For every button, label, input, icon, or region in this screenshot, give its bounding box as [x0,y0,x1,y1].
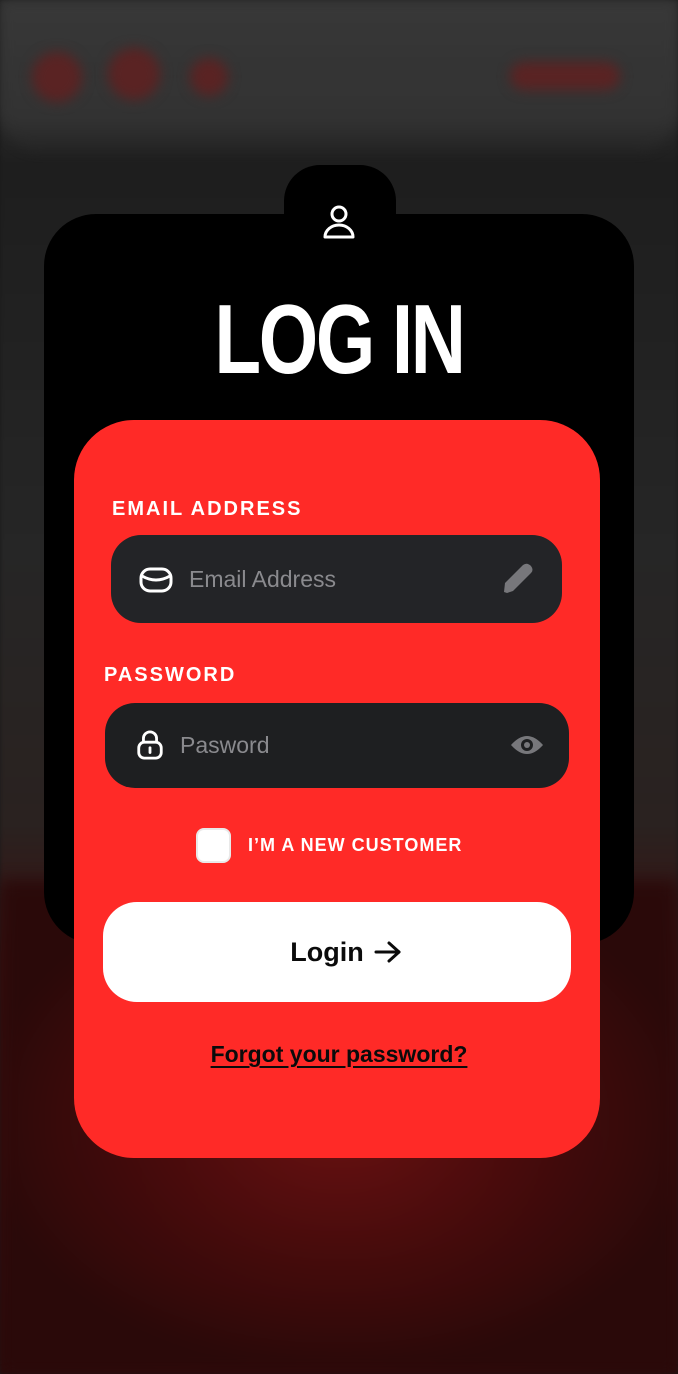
user-icon [323,205,355,239]
blurred-dot [108,48,160,100]
email-placeholder: Email Address [189,566,337,592]
eye-icon[interactable] [509,731,545,759]
login-button[interactable]: Login [103,902,571,1002]
blurred-dot [32,52,82,102]
password-field[interactable]: Pasword [105,703,569,788]
new-customer-checkbox[interactable] [196,828,231,863]
arrow-right-icon [374,941,401,963]
new-customer-label[interactable]: I’M A NEW CUSTOMER [248,835,462,856]
email-label: EMAIL ADDRESS [112,498,303,520]
mail-icon [139,567,173,593]
login-button-label: Login [290,936,364,967]
email-field[interactable]: Email Address [111,535,562,623]
lock-icon [137,730,163,760]
password-label: PASSWORD [104,664,237,686]
password-placeholder: Pasword [180,732,270,758]
page-title: LOG IN [214,284,466,394]
blurred-dot [510,62,620,90]
blurred-dot [190,58,228,96]
pencil-icon[interactable] [501,561,535,595]
forgot-password-link[interactable]: Forgot your password? [0,1041,678,1068]
